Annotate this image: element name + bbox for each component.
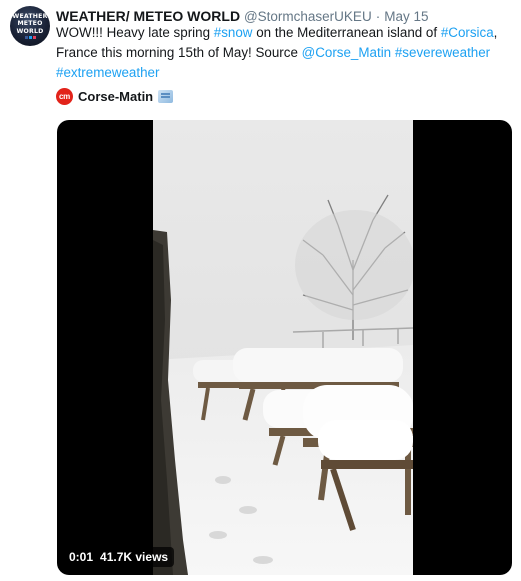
hashtag-extremeweather[interactable]: #extremeweather <box>56 65 159 80</box>
author-name[interactable]: WEATHER/ METEO WORLD <box>56 8 240 24</box>
mention-corse-matin[interactable]: @Corse_Matin <box>302 45 392 60</box>
tweet-text: WOW!!! Heavy late spring #snow on the Me… <box>56 23 516 83</box>
video-frame-snow-scene <box>153 120 413 575</box>
header-separator: · <box>375 9 381 24</box>
author-avatar[interactable]: WEATHER METEO WORLD <box>10 6 50 46</box>
tweet-text-part: on the Mediterranean island of <box>252 25 441 40</box>
avatar-line-3: WORLD <box>16 27 44 35</box>
video-elapsed-time: 0:01 <box>69 550 94 564</box>
avatar-line-1: WEATHER <box>12 12 48 20</box>
hashtag-snow[interactable]: #snow <box>214 25 253 40</box>
tweet: WEATHER METEO WORLD WEATHER/ METEO WORLD… <box>0 0 521 581</box>
avatar-line-2: METEO <box>17 20 43 28</box>
video-player[interactable]: 0:01 41.7K views <box>57 120 512 575</box>
avatar-social-icons <box>24 36 36 40</box>
tweet-timestamp[interactable]: May 15 <box>384 9 428 24</box>
hashtag-severeweather[interactable]: #severeweather <box>395 45 490 60</box>
video-stats-badge: 0:01 41.7K views <box>63 547 175 567</box>
media-source[interactable]: cm Corse-Matin <box>56 88 174 105</box>
corse-matin-logo: cm <box>56 88 73 105</box>
video-views: 41.7K views <box>100 550 169 564</box>
hashtag-corsica[interactable]: #Corsica <box>441 25 494 40</box>
author-handle[interactable]: @StormchaserUKEU <box>244 9 372 24</box>
tweet-text-part: WOW!!! Heavy late spring <box>56 25 214 40</box>
source-name[interactable]: Corse-Matin <box>78 89 153 104</box>
verified-media-badge-icon <box>158 90 174 103</box>
